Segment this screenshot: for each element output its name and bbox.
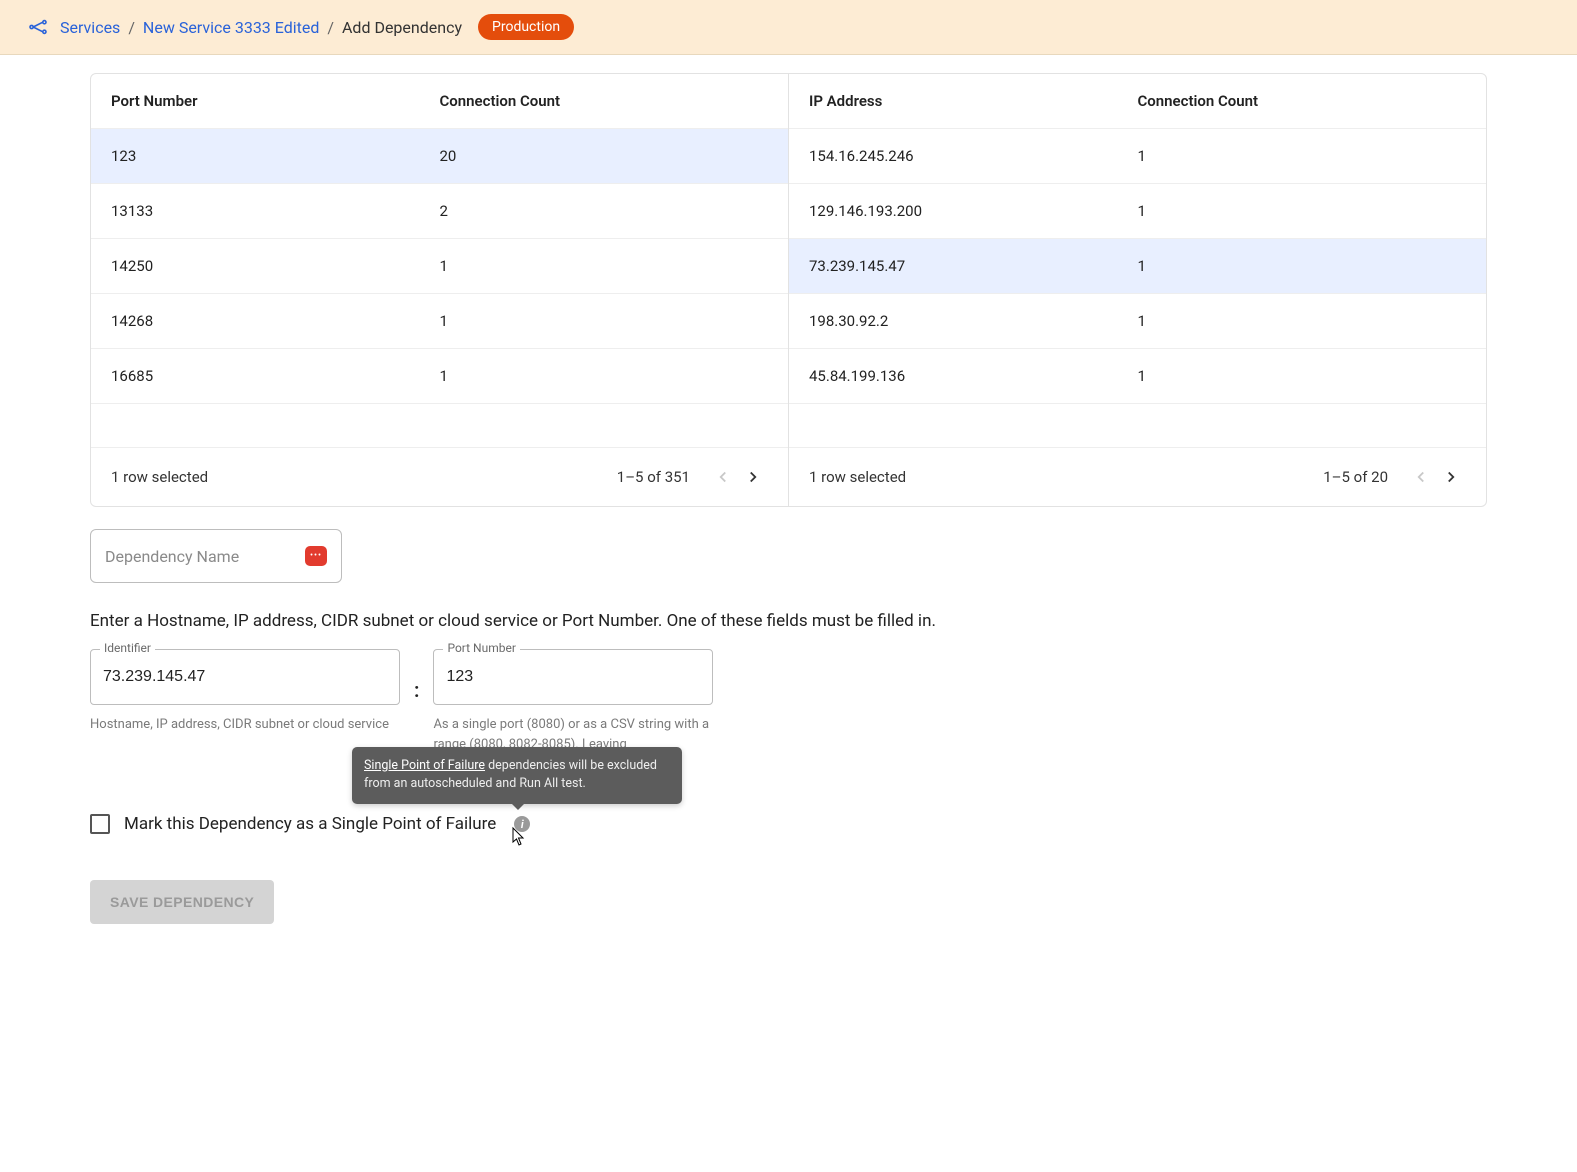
identifier-help-text: Hostname, IP address, CIDR subnet or clo… (90, 715, 390, 735)
environment-badge: Production (478, 14, 574, 40)
table-row[interactable]: 13133 2 (91, 183, 788, 238)
port-count-col-header: Connection Count (440, 92, 769, 110)
save-dependency-button[interactable]: SAVE DEPENDENCY (90, 880, 274, 924)
spof-tooltip: Single Point of Failure dependencies wil… (352, 747, 682, 805)
rows-selected-label: 1 row selected (111, 468, 617, 486)
dependency-name-input[interactable]: Dependency Name ••• (90, 529, 342, 583)
spof-row: Mark this Dependency as a Single Point o… (90, 814, 1487, 834)
identifier-input[interactable] (90, 649, 400, 705)
breadcrumb-separator: / (128, 18, 135, 37)
table-row-empty (91, 403, 788, 447)
table-row[interactable]: 14250 1 (91, 238, 788, 293)
pagination-range: 1–5 of 20 (1323, 468, 1388, 486)
chevron-left-icon (708, 462, 738, 492)
table-row[interactable]: 14268 1 (91, 293, 788, 348)
table-row[interactable]: 16685 1 (91, 348, 788, 403)
tables-container: Port Number Connection Count 123 20 1313… (90, 73, 1487, 507)
table-row-empty (789, 403, 1486, 447)
identifier-label: Identifier (100, 641, 155, 655)
chevron-left-icon (1406, 462, 1436, 492)
spof-label: Mark this Dependency as a Single Point o… (124, 814, 496, 834)
ip-count-col-header: Connection Count (1138, 92, 1467, 110)
ip-table-header: IP Address Connection Count (789, 74, 1486, 128)
table-row[interactable]: 129.146.193.200 1 (789, 183, 1486, 238)
dependency-name-placeholder: Dependency Name (105, 547, 239, 566)
identifier-port-row: Identifier Hostname, IP address, CIDR su… (90, 649, 1487, 754)
ip-col-header: IP Address (809, 92, 1138, 110)
table-row[interactable]: 198.30.92.2 1 (789, 293, 1486, 348)
colon-separator: : (414, 678, 419, 702)
breadcrumb-separator: / (327, 18, 334, 37)
breadcrumb-current: Add Dependency (342, 18, 462, 37)
port-table: Port Number Connection Count 123 20 1313… (91, 74, 788, 506)
info-icon[interactable]: i (514, 816, 530, 832)
table-row[interactable]: 73.239.145.47 1 (789, 238, 1486, 293)
breadcrumb-services-link[interactable]: Services (60, 18, 120, 37)
tooltip-link: Single Point of Failure (364, 758, 485, 773)
ip-table-footer: 1 row selected 1–5 of 20 (789, 447, 1486, 506)
pagination-range: 1–5 of 351 (617, 468, 690, 486)
ip-table: IP Address Connection Count 154.16.245.2… (788, 74, 1486, 506)
services-icon (28, 19, 48, 35)
chevron-right-icon[interactable] (1436, 462, 1466, 492)
table-row[interactable]: 45.84.199.136 1 (789, 348, 1486, 403)
table-row[interactable]: 123 20 (91, 128, 788, 183)
port-label: Port Number (443, 641, 519, 655)
required-icon: ••• (305, 546, 327, 566)
breadcrumb-service-link[interactable]: New Service 3333 Edited (143, 18, 319, 37)
instruction-text: Enter a Hostname, IP address, CIDR subne… (90, 611, 1487, 631)
chevron-right-icon[interactable] (738, 462, 768, 492)
identifier-field-wrap: Identifier Hostname, IP address, CIDR su… (90, 649, 400, 735)
breadcrumb: Services / New Service 3333 Edited / Add… (0, 0, 1577, 55)
port-col-header: Port Number (111, 92, 440, 110)
port-table-footer: 1 row selected 1–5 of 351 (91, 447, 788, 506)
port-table-header: Port Number Connection Count (91, 74, 788, 128)
table-row[interactable]: 154.16.245.246 1 (789, 128, 1486, 183)
port-input[interactable] (433, 649, 713, 705)
spof-checkbox[interactable] (90, 814, 110, 834)
rows-selected-label: 1 row selected (809, 468, 1323, 486)
port-field-wrap: Port Number As a single port (8080) or a… (433, 649, 713, 754)
